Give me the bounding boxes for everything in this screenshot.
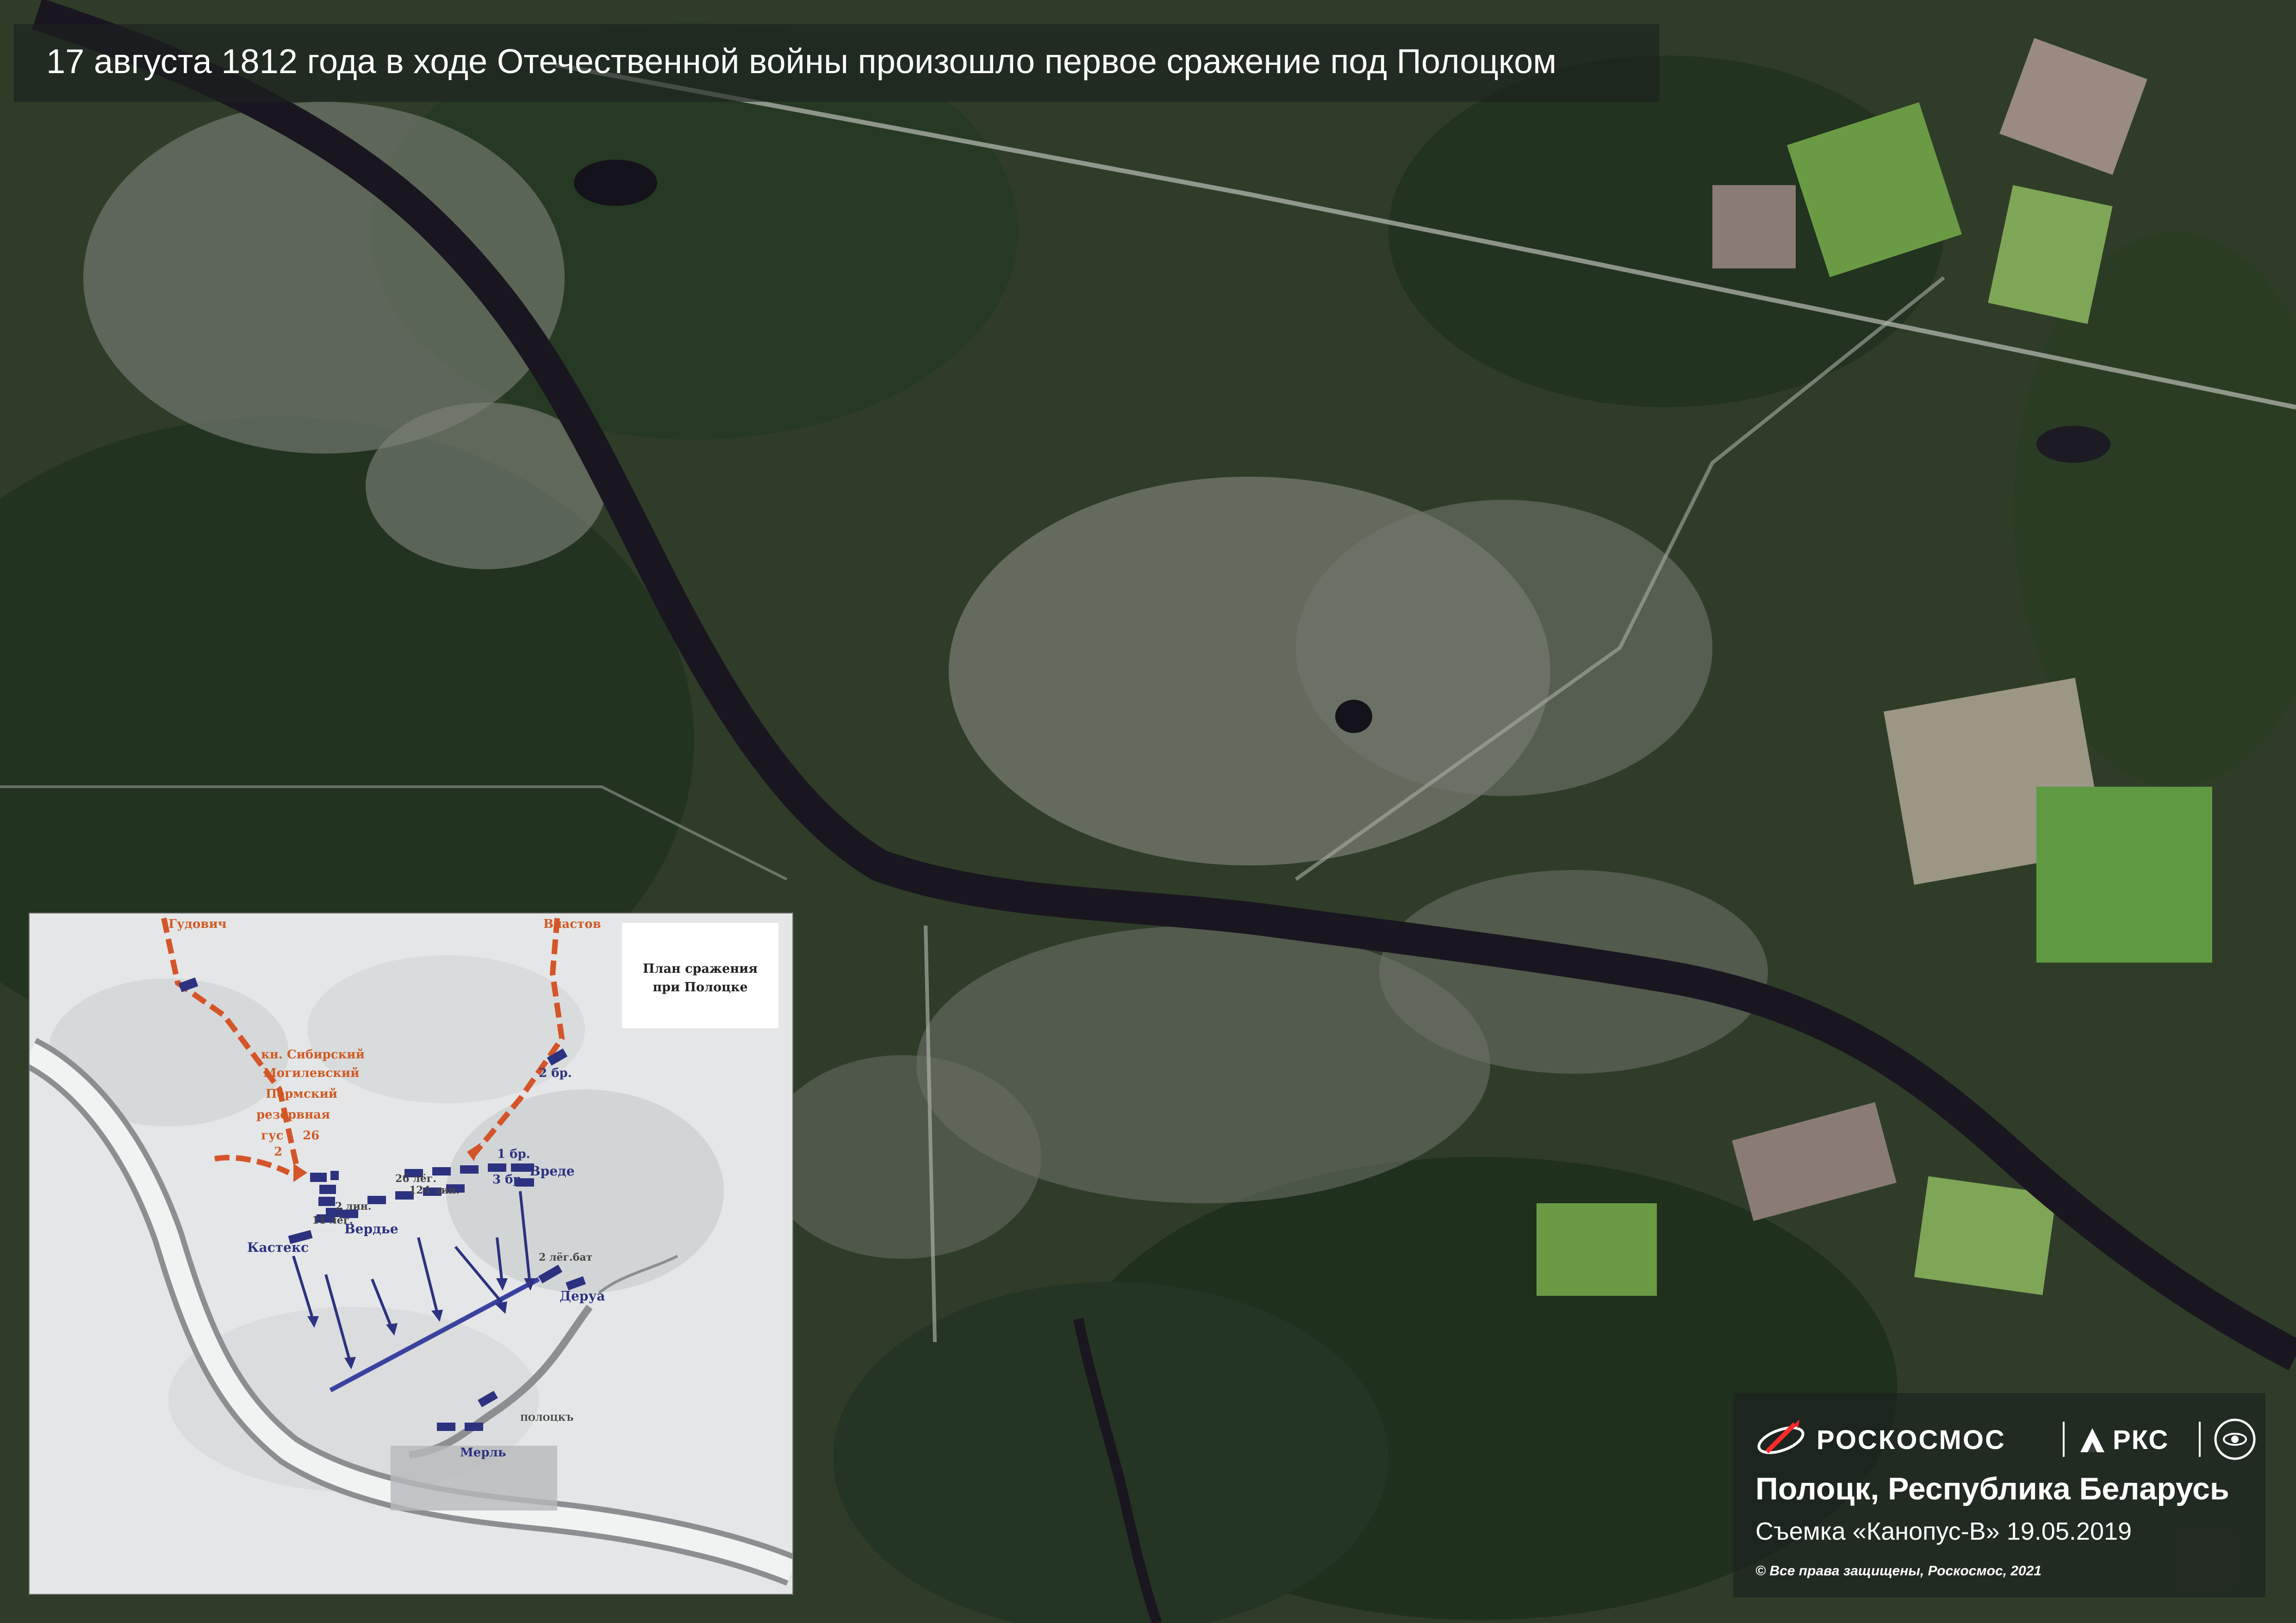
label-mogilevsky: Могилевский xyxy=(263,1066,360,1080)
label-bat2leg: 2 лёг.бат xyxy=(539,1251,593,1263)
brand-rks: РКС xyxy=(2113,1425,2169,1455)
label-vrede: Вреде xyxy=(529,1163,575,1179)
label-merl: Мерль xyxy=(460,1446,506,1460)
battle-plan-inset: План сражения при Полоцке Гудович Власто… xyxy=(29,913,793,1595)
label-lin2: 2 лин. xyxy=(335,1200,372,1213)
label-kasteks: Кастекс xyxy=(247,1240,309,1255)
plan-title-box: План сражения при Полоцке xyxy=(622,923,778,1028)
logo-divider xyxy=(2199,1422,2201,1457)
label-sibirsky: кн. Сибирский xyxy=(261,1048,365,1062)
brand-roscosmos: РОСКОСМОС xyxy=(1817,1425,2006,1455)
capture-info: Съемка «Канопус-В» 19.05.2019 xyxy=(1755,1517,2132,1545)
label-verdye: Вердье xyxy=(344,1221,398,1237)
label-lin124: 124 лин. xyxy=(409,1184,460,1196)
title-banner: 17 августа 1812 года в ходе Отечественно… xyxy=(14,24,1659,102)
rks-logo-icon xyxy=(2080,1428,2104,1452)
label-gus: гус xyxy=(261,1129,284,1143)
label-vlastov: Властов xyxy=(543,917,601,931)
label-br1: 1 бр. xyxy=(497,1147,530,1161)
label-perm: Пермский xyxy=(266,1087,338,1101)
label-derua: Деруа xyxy=(560,1288,605,1304)
logo-divider xyxy=(2063,1422,2065,1457)
info-panel: РОСКОСМОС РКС Полоцк, Республика Беларус… xyxy=(1733,1393,2265,1598)
label-reserve: резервная xyxy=(256,1108,330,1122)
emblem-icon xyxy=(2214,1418,2256,1460)
label-polotsk: ПОЛОЦКЪ xyxy=(520,1413,574,1423)
page-title: 17 августа 1812 года в ходе Отечественно… xyxy=(46,42,1557,81)
label-br2: 2 бр. xyxy=(539,1066,572,1080)
label-leg26: 26 лёг. xyxy=(395,1173,436,1185)
label-br3: 3 бр. xyxy=(492,1173,526,1187)
roscosmos-logo-icon xyxy=(1757,1419,1804,1454)
plan-title-line2: при Полоцке xyxy=(653,980,748,995)
copyright: © Все права защищены, Роскосмос, 2021 xyxy=(1755,1563,2042,1579)
label-2: 2 xyxy=(274,1145,283,1159)
label-gudovich: Гудович xyxy=(168,917,227,931)
location-title: Полоцк, Республика Беларусь xyxy=(1755,1471,2229,1506)
logo-row: РОСКОСМОС РКС xyxy=(1755,1415,2256,1461)
plan-title-line1: План сражения xyxy=(642,962,758,976)
label-26: 26 xyxy=(303,1129,320,1143)
